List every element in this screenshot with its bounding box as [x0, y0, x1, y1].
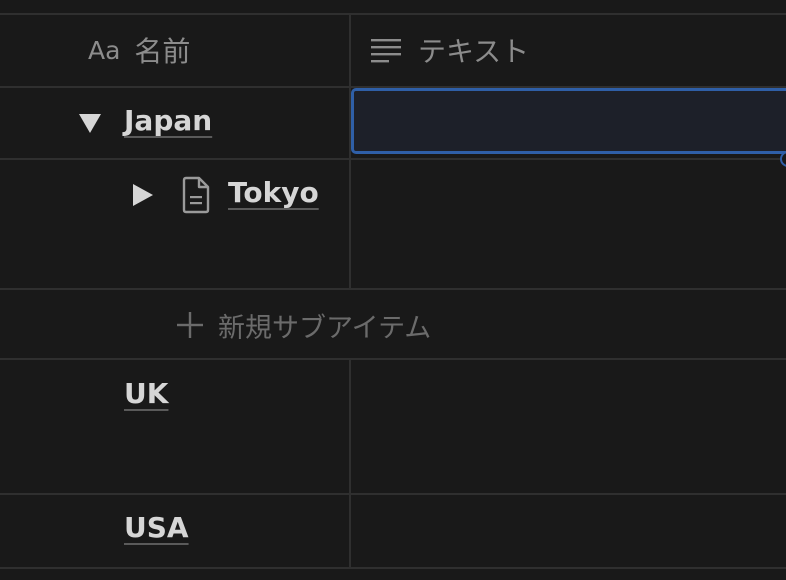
- text-property-icon: [371, 39, 401, 63]
- text-cell-japan[interactable]: [351, 88, 786, 154]
- plus-icon: [177, 312, 203, 338]
- divider: [0, 288, 786, 290]
- text-cell-tokyo[interactable]: [351, 160, 786, 288]
- triangle-right-icon[interactable]: [131, 183, 155, 207]
- divider: [0, 13, 786, 15]
- column-header-text-label: テキスト: [418, 35, 530, 68]
- triangle-down-icon[interactable]: [78, 112, 102, 136]
- new-subitem-button[interactable]: 新規サブアイテム: [176, 306, 431, 344]
- title-property-icon: Aa: [88, 35, 121, 65]
- database-table: Aa 名前 テキスト Japan Tokyo 新規サブアイテム UK USA: [0, 0, 786, 580]
- row-title-tokyo[interactable]: Tokyo: [228, 176, 319, 209]
- row-title-japan[interactable]: Japan: [124, 104, 212, 137]
- text-cell-uk[interactable]: [351, 360, 786, 493]
- divider: [0, 567, 786, 569]
- column-header-name-label: 名前: [134, 35, 191, 68]
- row-title-usa[interactable]: USA: [124, 511, 189, 544]
- new-subitem-label: 新規サブアイテム: [218, 312, 432, 344]
- column-header-text[interactable]: テキスト: [370, 32, 529, 68]
- column-header-name[interactable]: Aa 名前: [88, 32, 190, 68]
- row-title-uk[interactable]: UK: [124, 377, 168, 410]
- page-icon: [182, 176, 210, 214]
- text-cell-usa[interactable]: [351, 495, 786, 567]
